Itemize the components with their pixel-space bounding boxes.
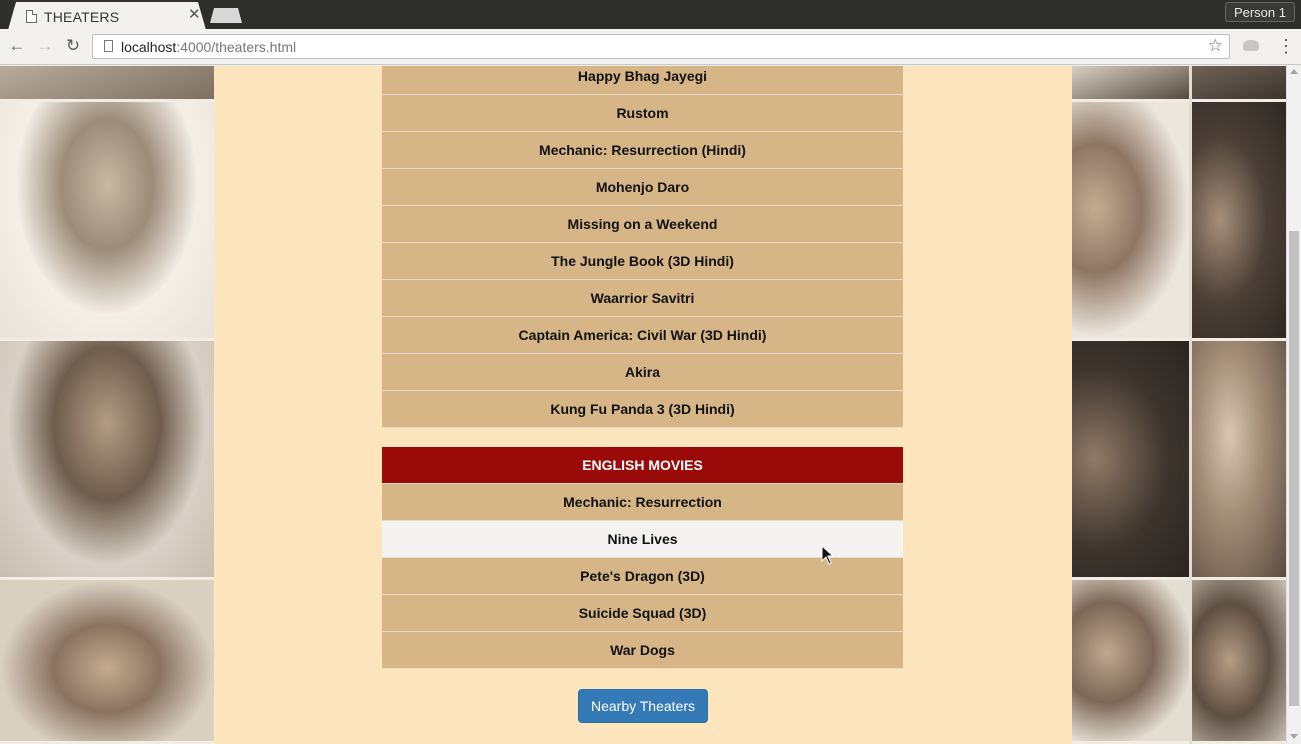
scroll-up-arrow-icon[interactable]: [1290, 69, 1298, 74]
tab-strip: THEATERS ✕ Person 1: [0, 0, 1301, 30]
english-movies-header: ENGLISH MOVIES: [382, 447, 903, 484]
movie-item[interactable]: Suicide Squad (3D): [382, 595, 903, 632]
actor-photo: [0, 102, 214, 341]
page-icon: [26, 10, 37, 23]
movie-item[interactable]: The Jungle Book (3D Hindi): [382, 243, 903, 280]
actor-photo: [1072, 580, 1189, 744]
address-bar[interactable]: localhost:4000/theaters.html ☆: [92, 34, 1230, 59]
actor-photo: [1072, 102, 1189, 341]
movie-item[interactable]: Rustom: [382, 95, 903, 132]
hindi-movie-list: Happy Bhag Jayegi Rustom Mechanic: Resur…: [382, 66, 903, 428]
page-viewport: Happy Bhag Jayegi Rustom Mechanic: Resur…: [0, 66, 1286, 744]
extension-cloud-icon[interactable]: [1243, 40, 1259, 51]
movie-item[interactable]: Waarrior Savitri: [382, 280, 903, 317]
actor-photo: [1072, 66, 1189, 102]
page-scrollbar[interactable]: [1286, 66, 1301, 744]
movie-item[interactable]: Mechanic: Resurrection: [382, 484, 903, 521]
scrollbar-thumb[interactable]: [1289, 231, 1299, 706]
actor-photo: [0, 580, 214, 744]
close-icon[interactable]: ✕: [188, 7, 201, 23]
scroll-down-arrow-icon[interactable]: [1290, 734, 1298, 739]
forward-icon[interactable]: →: [35, 36, 55, 56]
page-info-icon[interactable]: [104, 40, 113, 52]
mouse-cursor-icon: [821, 545, 835, 565]
movie-item[interactable]: Kung Fu Panda 3 (3D Hindi): [382, 391, 903, 428]
actor-photo: [1192, 66, 1286, 102]
bookmark-star-icon[interactable]: ☆: [1208, 36, 1223, 56]
actor-photo: [0, 341, 214, 580]
movie-item[interactable]: Akira: [382, 354, 903, 391]
movie-item[interactable]: War Dogs: [382, 632, 903, 669]
movie-item[interactable]: Missing on a Weekend: [382, 206, 903, 243]
actor-photo: [0, 66, 214, 102]
actor-photo: [1192, 580, 1286, 744]
actor-photo: [1192, 102, 1286, 341]
reload-icon[interactable]: ↻: [63, 36, 83, 56]
nearby-theaters-button[interactable]: Nearby Theaters: [578, 689, 708, 723]
profile-button[interactable]: Person 1: [1224, 2, 1295, 22]
actor-photo: [1072, 341, 1189, 580]
tab-title: THEATERS: [44, 9, 120, 25]
movie-item[interactable]: Mohenjo Daro: [382, 169, 903, 206]
menu-dots-icon[interactable]: ⋮: [1277, 37, 1295, 55]
back-icon[interactable]: ←: [7, 36, 27, 56]
url-text: localhost:4000/theaters.html: [121, 39, 297, 55]
movie-item[interactable]: Captain America: Civil War (3D Hindi): [382, 317, 903, 354]
actor-photo: [1192, 341, 1286, 580]
browser-tab[interactable]: THEATERS ✕: [8, 2, 206, 30]
new-tab-button[interactable]: [210, 8, 242, 23]
movie-item[interactable]: Happy Bhag Jayegi: [382, 66, 903, 95]
background-photo-column-right: [1072, 66, 1286, 744]
background-photo-column-left: [0, 66, 214, 744]
browser-toolbar: ← → ↻ localhost:4000/theaters.html ☆ ⋮: [0, 29, 1301, 65]
movie-item[interactable]: Mechanic: Resurrection (Hindi): [382, 132, 903, 169]
